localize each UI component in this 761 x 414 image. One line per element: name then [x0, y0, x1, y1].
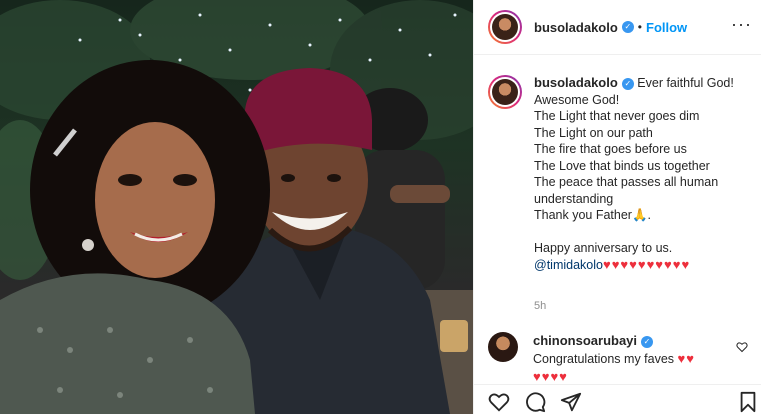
post-photo-illustration	[0, 0, 473, 414]
bookmark-icon[interactable]	[738, 391, 758, 413]
post-photo[interactable]	[0, 0, 473, 414]
comment-item: chinonsoarubayi ✓ Congratulations my fave…	[488, 332, 758, 386]
commenter-avatar[interactable]	[488, 332, 518, 362]
caption-anniversary: Happy anniversary to us.	[534, 241, 673, 255]
caption-hearts: ♥♥♥♥♥♥♥♥♥♥	[602, 256, 691, 272]
post-time[interactable]: 5h	[534, 300, 546, 312]
author-avatar[interactable]	[488, 10, 522, 44]
caption-username[interactable]: busoladakolo	[534, 75, 618, 90]
comment-hearts-next: ♥♥♥♥	[533, 369, 568, 384]
verified-badge-icon: ✓	[621, 77, 634, 90]
comment-text-block: chinonsoarubayi ✓ Congratulations my fave…	[533, 332, 695, 386]
comment-text: Congratulations my faves	[533, 352, 675, 366]
caption-text: Ever faithful God! Awesome God! The Ligh…	[534, 76, 734, 222]
commenter-username[interactable]: chinonsoarubayi	[533, 333, 637, 348]
caption-avatar[interactable]	[488, 75, 522, 109]
verified-badge-icon: ✓	[641, 335, 654, 348]
action-bar	[474, 384, 761, 414]
share-icon[interactable]	[560, 391, 582, 413]
author-username[interactable]: busoladakolo	[534, 20, 618, 35]
caption-mention[interactable]: @timidakolo	[534, 258, 603, 272]
post-sidebar: busoladakolo ✓ • Follow ··· busoladakolo…	[473, 0, 761, 414]
verified-badge-icon: ✓	[621, 21, 634, 33]
post-header: busoladakolo ✓ • Follow ···	[474, 0, 761, 55]
post-caption: busoladakolo ✓ Ever faithful God! Awesome…	[488, 75, 758, 273]
more-options-icon[interactable]: ···	[731, 14, 752, 35]
separator-dot: •	[637, 20, 642, 34]
comment-hearts-inline: ♥♥	[677, 351, 695, 366]
heart-icon[interactable]	[488, 391, 510, 413]
caption-text-block: busoladakolo ✓ Ever faithful God! Awesome…	[534, 75, 758, 273]
comment-like-heart-icon[interactable]	[736, 341, 748, 353]
comment-icon[interactable]	[524, 391, 546, 413]
follow-button[interactable]: Follow	[646, 20, 687, 35]
